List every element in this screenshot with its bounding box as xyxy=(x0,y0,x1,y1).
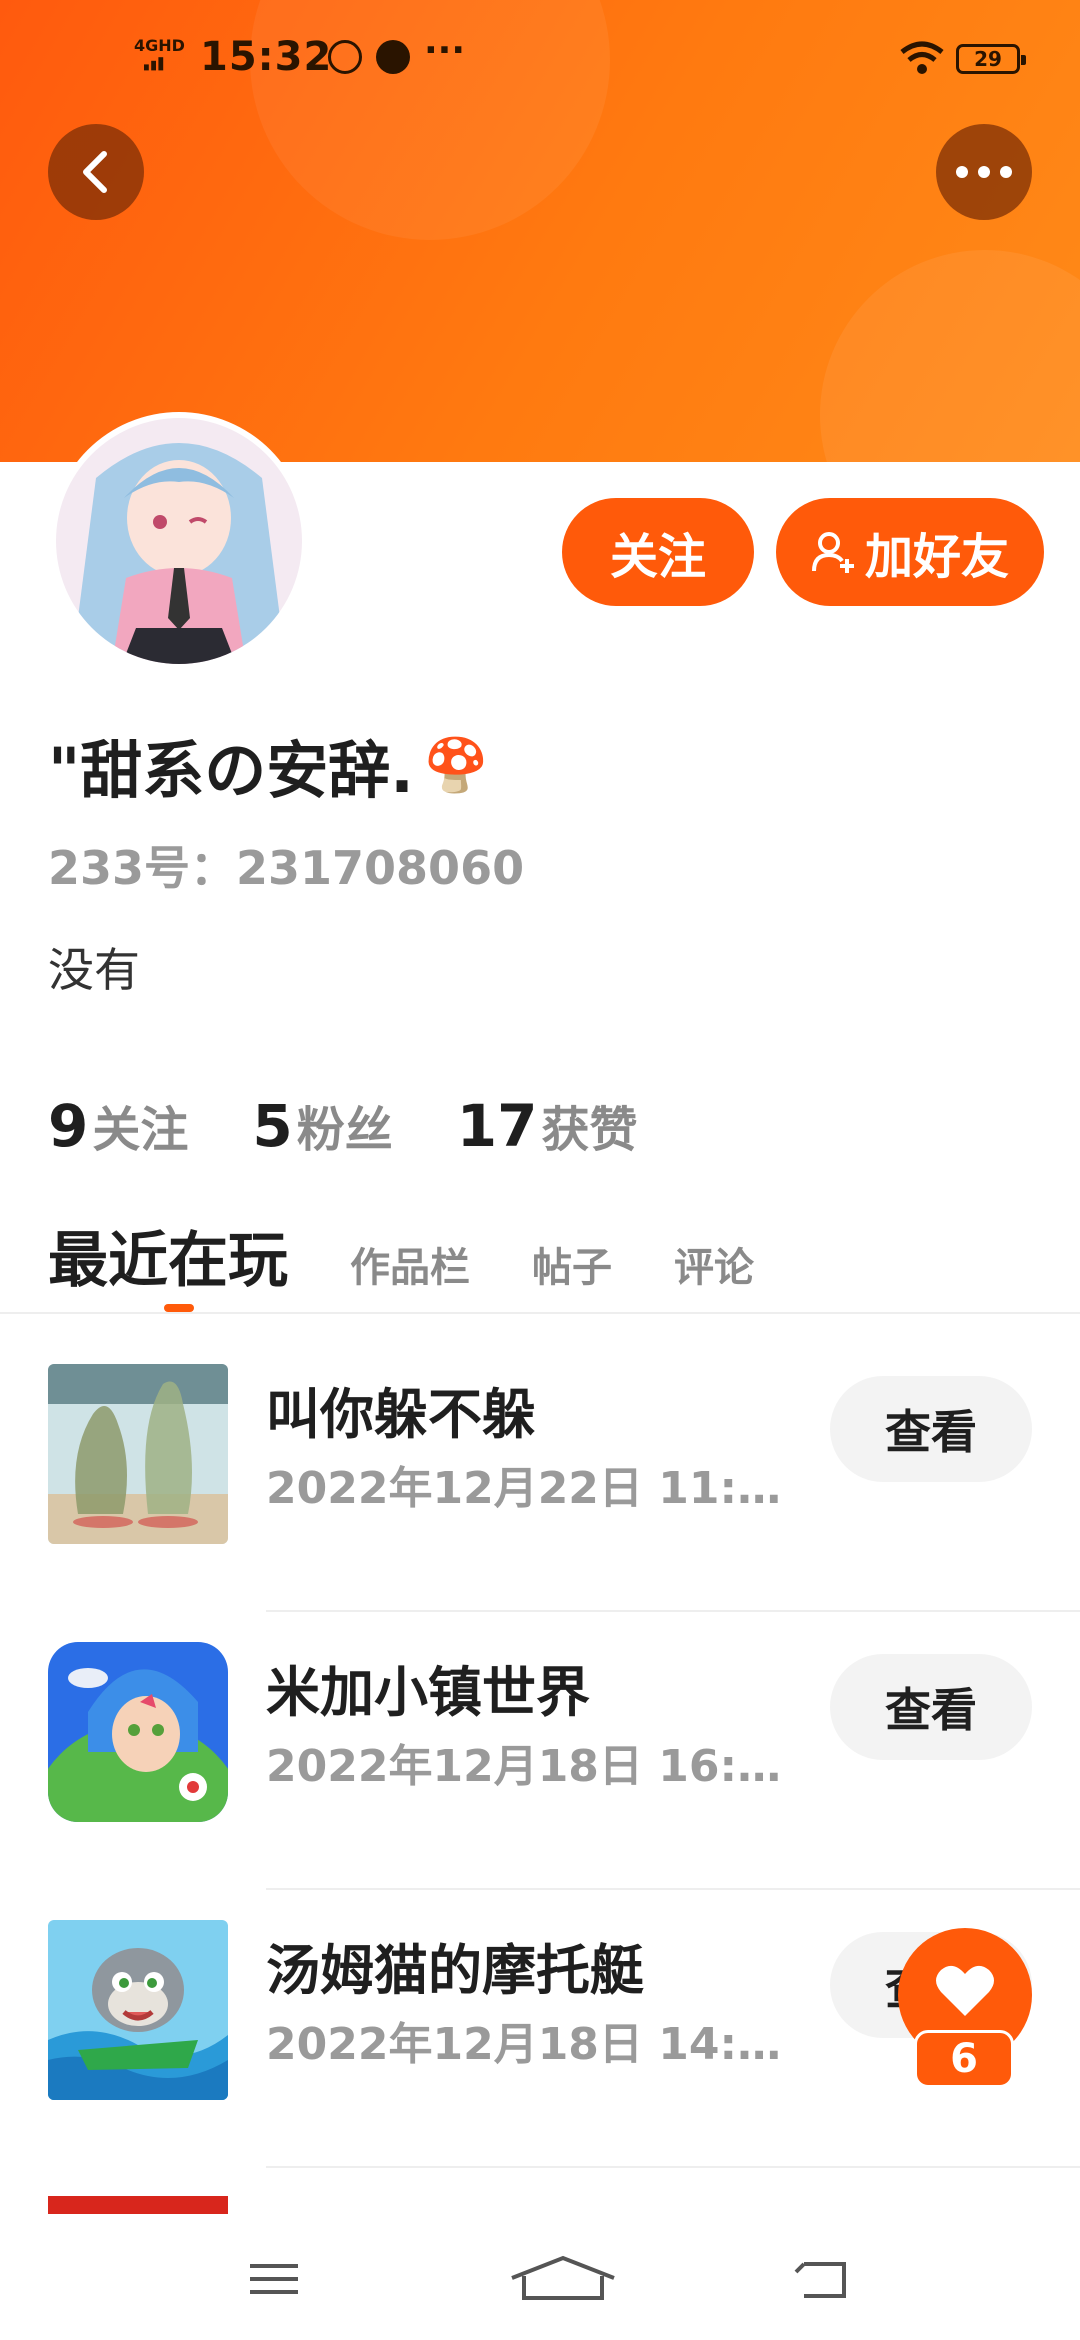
data-saver-icon xyxy=(328,40,362,74)
stat-following[interactable]: 9 关注 xyxy=(48,1090,188,1160)
row-divider xyxy=(266,2166,1080,2168)
more-options-button[interactable] xyxy=(936,124,1032,220)
back-nav-icon[interactable] xyxy=(792,2254,852,2304)
mushroom-emoji-icon: 🍄 xyxy=(423,735,489,796)
profile-tabs: 最近在玩 作品栏 帖子 评论 xyxy=(48,1212,816,1299)
status-bar: 4GHD 15:32 ··· 29 xyxy=(0,0,1080,120)
nickname-text: "甜系の安辞. xyxy=(48,734,414,807)
anime-girl-avatar-image xyxy=(56,418,302,664)
tab-recently-played[interactable]: 最近在玩 xyxy=(48,1212,288,1299)
game-title: 汤姆猫的摩托艇 xyxy=(266,1939,644,2002)
add-friend-button[interactable]: 加好友 xyxy=(776,498,1044,606)
last-played-time: 2022年12月18日 16:3… xyxy=(266,1741,786,1792)
stat-count: 9 xyxy=(48,1092,89,1160)
bio: 没有 xyxy=(48,943,140,997)
game-thumb-hide-seek xyxy=(48,1364,228,1544)
status-time: 15:32 xyxy=(200,34,333,80)
tab-posts[interactable]: 帖子 xyxy=(532,1235,612,1293)
active-tab-indicator xyxy=(164,1304,194,1312)
network-type: 4GHD xyxy=(134,36,185,55)
wifi-icon xyxy=(900,41,944,74)
more-notifications-icon: ··· xyxy=(424,30,466,71)
app-notification-icon xyxy=(376,40,410,74)
stat-followers[interactable]: 5 粉丝 xyxy=(252,1090,392,1160)
follow-label: 关注 xyxy=(609,529,706,585)
more-dots-icon xyxy=(956,166,1012,178)
game-thumb-tom-jetski xyxy=(48,1920,228,2100)
battery-icon: 29 xyxy=(956,44,1026,74)
menu-icon[interactable] xyxy=(244,2254,304,2304)
add-friend-label: 加好友 xyxy=(864,529,1009,585)
view-button[interactable]: 查看 xyxy=(830,1376,1032,1482)
stat-count: 5 xyxy=(252,1092,293,1160)
stat-count: 17 xyxy=(456,1092,538,1160)
game-title: 叫你躲不躲 xyxy=(266,1383,536,1446)
nickname: "甜系の安辞. 🍄 xyxy=(48,720,489,810)
tab-works[interactable]: 作品栏 xyxy=(350,1235,470,1293)
game-title: 米加小镇世界 xyxy=(266,1661,590,1724)
signal-icon xyxy=(144,57,164,71)
tab-comments[interactable]: 评论 xyxy=(674,1235,754,1293)
profile-stats: 9 关注 5 粉丝 17 获赞 xyxy=(48,1090,637,1160)
chevron-left-icon xyxy=(83,151,107,193)
home-icon[interactable] xyxy=(508,2254,618,2304)
user-id: 233号：231708060 xyxy=(48,841,525,895)
list-item[interactable]: 叫你躲不躲 2022年12月22日 11:5… 查看 xyxy=(0,1334,1080,1612)
like-count-badge: 6 xyxy=(914,2030,1014,2088)
view-button[interactable]: 查看 xyxy=(830,1654,1032,1760)
game-thumb-miga-town xyxy=(48,1642,228,1822)
last-played-time: 2022年12月22日 11:5… xyxy=(266,1463,786,1514)
last-played-time: 2022年12月18日 14:1… xyxy=(266,2019,786,2070)
list-item[interactable]: 米加小镇世界 2022年12月18日 16:3… 查看 xyxy=(0,1612,1080,1890)
add-user-icon xyxy=(811,532,854,573)
stat-label: 获赞 xyxy=(541,1102,638,1158)
follow-button[interactable]: 关注 xyxy=(562,498,754,606)
tabs-divider xyxy=(0,1312,1080,1314)
stat-label: 粉丝 xyxy=(296,1102,393,1158)
back-button[interactable] xyxy=(48,124,144,220)
heart-icon xyxy=(936,1965,994,2016)
avatar[interactable] xyxy=(50,412,308,670)
game-thumb-partial xyxy=(48,2196,228,2216)
stat-label: 关注 xyxy=(92,1102,189,1158)
stat-likes[interactable]: 17 获赞 xyxy=(457,1090,638,1160)
system-navigation-bar xyxy=(0,2214,1080,2340)
